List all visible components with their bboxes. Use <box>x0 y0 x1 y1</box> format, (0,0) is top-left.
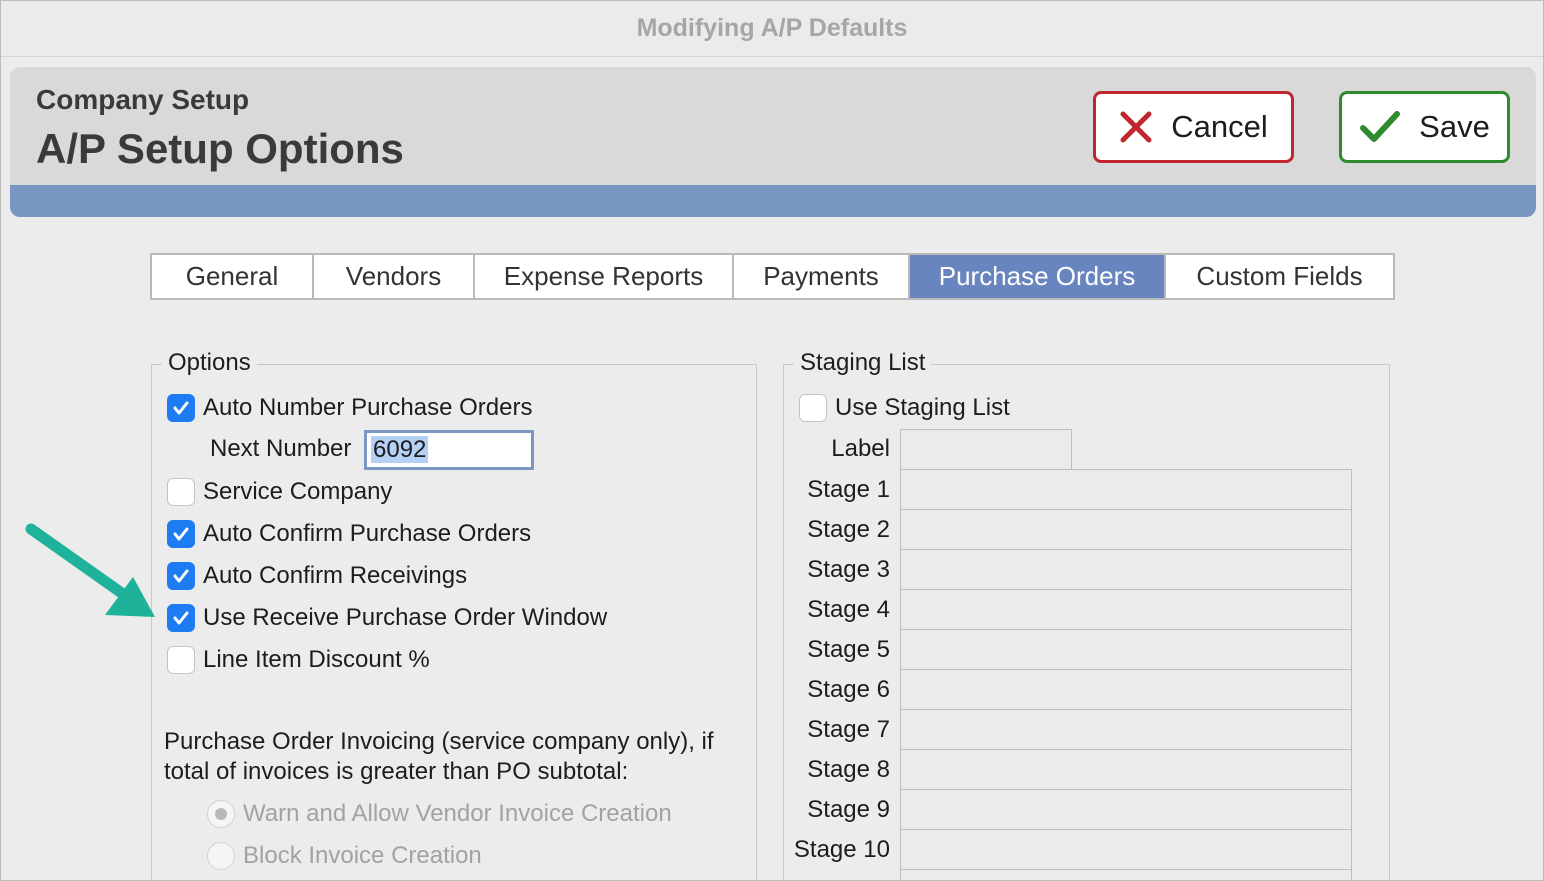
page-header: Company Setup A/P Setup Options <box>10 67 1536 185</box>
page-subtitle: Company Setup <box>36 84 250 115</box>
auto-number-checkbox[interactable] <box>167 394 195 422</box>
save-label: Save <box>1419 109 1490 144</box>
next-number-label: Next Number <box>210 435 352 462</box>
tab-expense-reports[interactable]: Expense Reports <box>475 255 734 298</box>
stage-label: Stage 3 <box>807 556 890 583</box>
use-staging-label: Use Staging List <box>835 394 1010 421</box>
use-staging-checkbox[interactable] <box>799 394 827 422</box>
save-button[interactable]: Save <box>1339 91 1510 163</box>
line-item-discount-row: Line Item Discount % <box>167 646 430 674</box>
stage-input[interactable] <box>900 869 1352 880</box>
use-receive-window-row: Use Receive Purchase Order Window <box>167 604 607 632</box>
tab-general[interactable]: General <box>152 255 314 298</box>
stage-input[interactable] <box>900 469 1352 510</box>
auto-number-row: Auto Number Purchase Orders <box>167 394 532 422</box>
cancel-label: Cancel <box>1171 109 1268 144</box>
close-icon <box>1120 111 1152 143</box>
radio-block-row: Block Invoice Creation <box>207 842 482 870</box>
invoicing-text-2: total of invoices is greater than PO sub… <box>164 758 629 785</box>
window: Modifying A/P Defaults Company Setup A/P… <box>0 0 1544 881</box>
auto-number-label: Auto Number Purchase Orders <box>203 394 533 421</box>
service-company-label: Service Company <box>203 478 393 505</box>
stage-input[interactable] <box>900 549 1352 590</box>
stage-input[interactable] <box>900 589 1352 630</box>
check-icon <box>173 569 189 583</box>
stage-label: Stage 10 <box>793 836 890 863</box>
annotation-arrow-icon <box>25 523 155 617</box>
line-item-discount-label: Line Item Discount % <box>203 646 430 673</box>
checkmark-icon <box>1360 111 1401 142</box>
auto-confirm-receivings-checkbox[interactable] <box>167 562 195 590</box>
line-item-discount-checkbox[interactable] <box>167 646 195 674</box>
tab-purchase-orders[interactable]: Purchase Orders <box>910 255 1166 298</box>
radio-block-label: Block Invoice Creation <box>243 842 482 869</box>
stage-input[interactable] <box>900 789 1352 830</box>
use-receive-window-checkbox[interactable] <box>167 604 195 632</box>
stage-input[interactable] <box>900 709 1352 750</box>
tab-vendors[interactable]: Vendors <box>314 255 475 298</box>
stage-label: Stage 9 <box>807 796 890 823</box>
service-company-row: Service Company <box>167 478 392 506</box>
stage-label: Stage 1 <box>807 476 890 503</box>
service-company-checkbox[interactable] <box>167 478 195 506</box>
check-icon <box>173 401 189 415</box>
staging-group-label: Staging List <box>794 349 932 377</box>
use-staging-row: Use Staging List <box>799 394 1010 422</box>
radio-warn-row: Warn and Allow Vendor Invoice Creation <box>207 800 672 828</box>
page-title: A/P Setup Options <box>36 125 404 172</box>
radio-selected-dot <box>215 808 227 820</box>
tab-custom-fields[interactable]: Custom Fields <box>1166 255 1393 298</box>
options-group-label: Options <box>162 349 257 377</box>
use-receive-window-label: Use Receive Purchase Order Window <box>203 604 608 631</box>
label-field-label: Label <box>831 435 890 462</box>
stage-input[interactable] <box>900 669 1352 710</box>
stage-label: Stage 8 <box>807 756 890 783</box>
auto-confirm-receivings-row: Auto Confirm Receivings <box>167 562 467 590</box>
stage-input[interactable] <box>900 629 1352 670</box>
invoicing-text-1: Purchase Order Invoicing (service compan… <box>164 728 714 755</box>
stage-label: Stage 5 <box>807 636 890 663</box>
check-icon <box>173 527 189 541</box>
next-number-input[interactable]: 6092 <box>364 430 534 470</box>
check-icon <box>173 611 189 625</box>
stage-label: Stage 7 <box>807 716 890 743</box>
stage-label: Stage 4 <box>807 596 890 623</box>
auto-confirm-po-checkbox[interactable] <box>167 520 195 548</box>
header-accent-bar <box>10 185 1536 217</box>
stage-label: Stage 2 <box>807 516 890 543</box>
label-field-input[interactable] <box>900 429 1072 470</box>
tab-bar: General Vendors Expense Reports Payments… <box>150 253 1395 300</box>
stage-input[interactable] <box>900 749 1352 790</box>
radio-block[interactable] <box>207 842 235 870</box>
radio-warn-label: Warn and Allow Vendor Invoice Creation <box>243 800 672 827</box>
radio-warn[interactable] <box>207 800 235 828</box>
stage-input[interactable] <box>900 509 1352 550</box>
stage-label: Stage 6 <box>807 676 890 703</box>
stage-input[interactable] <box>900 829 1352 870</box>
auto-confirm-po-label: Auto Confirm Purchase Orders <box>203 520 532 547</box>
window-title: Modifying A/P Defaults <box>1 1 1543 57</box>
cancel-button[interactable]: Cancel <box>1093 91 1294 163</box>
auto-confirm-receivings-label: Auto Confirm Receivings <box>203 562 468 589</box>
next-number-value: 6092 <box>371 436 429 463</box>
tab-payments[interactable]: Payments <box>734 255 910 298</box>
auto-confirm-po-row: Auto Confirm Purchase Orders <box>167 520 531 548</box>
stage-label: Stage 11 <box>770 876 890 880</box>
